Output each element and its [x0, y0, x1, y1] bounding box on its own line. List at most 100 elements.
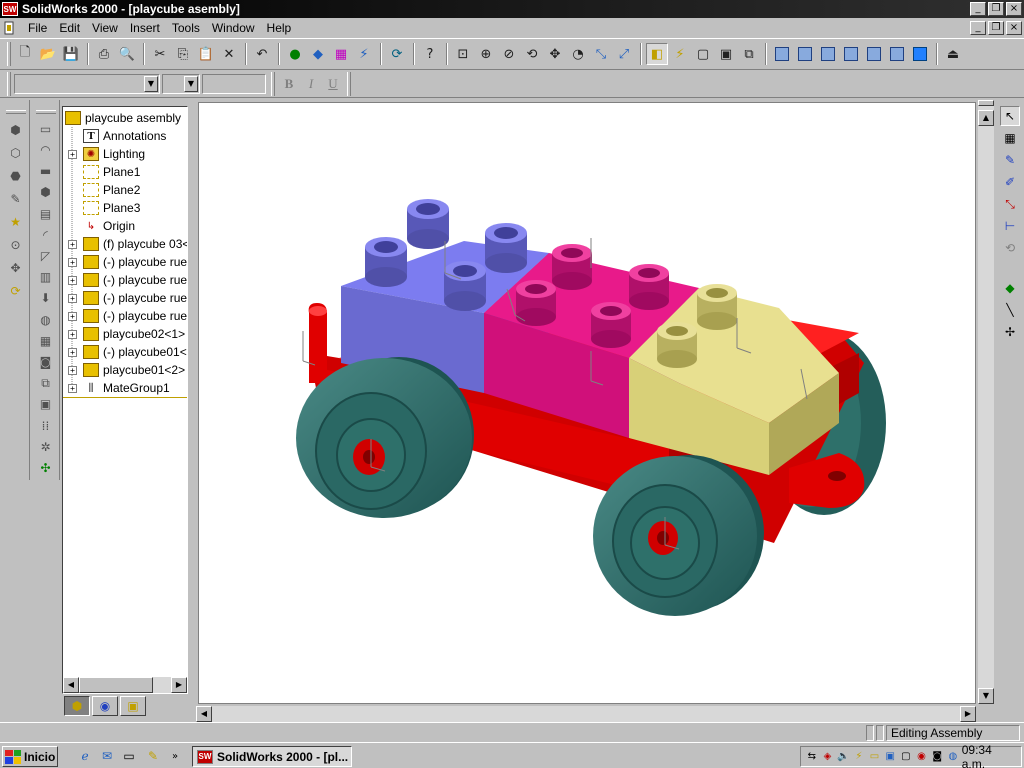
toolbar-grip[interactable] — [7, 42, 11, 66]
zoom-area-icon[interactable]: ⊕ — [475, 43, 497, 65]
restore-button[interactable]: ❐ — [988, 2, 1004, 16]
loft-icon[interactable]: ⬢ — [36, 183, 56, 201]
tree-item[interactable]: (-) playcube rueda — [83, 271, 187, 289]
close-button[interactable]: × — [1006, 2, 1022, 16]
italic-button[interactable]: I — [300, 74, 322, 94]
tree-item[interactable]: (-) playcube01<1> — [83, 343, 187, 361]
menu-window[interactable]: Window — [206, 21, 261, 35]
select-icon[interactable]: ◔ — [567, 43, 589, 65]
cut-extrude-icon[interactable]: ▤ — [36, 205, 56, 223]
revolve-icon[interactable]: ◠ — [36, 141, 56, 159]
tree-item[interactable]: playcube01<2> — [83, 361, 185, 379]
zoom-in-out-icon[interactable]: ⊘ — [498, 43, 520, 65]
scroll-right-icon[interactable]: ▶ — [171, 677, 187, 693]
toolbar-grip[interactable] — [7, 71, 11, 96]
tree-item[interactable]: Plane3 — [83, 199, 140, 217]
doc-restore-button[interactable]: ❐ — [988, 21, 1004, 35]
tray-network-icon[interactable]: ⇆ — [805, 750, 819, 764]
graphics-vertical-scrollbar[interactable]: ▲ ▼ — [978, 100, 994, 704]
tree-item[interactable]: ⫴ MateGroup1 — [83, 379, 169, 397]
tree-item[interactable]: ✺ Lighting — [83, 145, 145, 163]
hidden-lines-removed-icon[interactable]: ▢ — [692, 43, 714, 65]
print-preview-icon[interactable]: 🔍 — [116, 43, 138, 65]
section-view-icon[interactable]: ⤡ — [590, 43, 612, 65]
circular-pattern-icon[interactable]: ✲ — [36, 438, 56, 456]
minimize-button[interactable]: _ — [970, 2, 986, 16]
shaded-icon[interactable]: ◧ — [646, 43, 668, 65]
tree-item[interactable]: ↳ Origin — [83, 217, 135, 235]
taskbar-solidworks-button[interactable]: SW SolidWorks 2000 - [pl... — [192, 746, 352, 767]
zoom-to-fit-icon[interactable]: ⊡ — [452, 43, 474, 65]
insert-component-icon[interactable]: ⬢ — [6, 120, 26, 140]
dome-icon[interactable]: ◙ — [36, 353, 56, 371]
expand-toggle-icon[interactable]: + — [68, 150, 77, 159]
view-isometric-icon[interactable] — [909, 43, 931, 65]
rebuild-icon[interactable]: ● — [284, 43, 306, 65]
view-orientation-icon[interactable]: ⏏ — [942, 43, 964, 65]
expand-toggle-icon[interactable]: + — [68, 312, 77, 321]
copy-icon[interactable]: ⎘ — [172, 43, 194, 65]
scroll-up-icon[interactable]: ▲ — [978, 110, 994, 126]
clock[interactable]: 09:34 a.m. — [962, 743, 1017, 768]
add-relation-icon[interactable]: ⊢ — [1000, 216, 1020, 236]
tree-item[interactable]: Plane2 — [83, 181, 140, 199]
rotate-view-icon[interactable]: ⟲ — [521, 43, 543, 65]
quick-launch-more-icon[interactable]: » — [166, 748, 184, 764]
grid-icon[interactable]: ▦ — [1000, 128, 1020, 148]
tray-display-icon[interactable]: ▣ — [883, 750, 897, 764]
tree-item[interactable]: T Annotations — [83, 127, 166, 145]
menu-file[interactable]: File — [22, 21, 53, 35]
line-icon[interactable]: ╲ — [1000, 300, 1020, 320]
expand-toggle-icon[interactable]: + — [68, 294, 77, 303]
document-menu-icon[interactable] — [4, 21, 14, 35]
view-back-icon[interactable] — [794, 43, 816, 65]
new-file-icon[interactable]: 🗋 — [14, 43, 36, 65]
rotate-component-icon[interactable]: ⟳ — [6, 281, 26, 301]
view-right-icon[interactable] — [840, 43, 862, 65]
graphics-area[interactable] — [198, 102, 976, 704]
menu-edit[interactable]: Edit — [53, 21, 86, 35]
normal-to-icon[interactable]: ⤢ — [613, 43, 635, 65]
draft-icon[interactable]: ⬇ — [36, 289, 56, 307]
tree-item[interactable]: (f) playcube 03<1 — [83, 235, 187, 253]
tray-antivirus-icon[interactable]: ◉ — [915, 750, 929, 764]
rib-icon[interactable]: ▦ — [36, 332, 56, 350]
tree-item[interactable]: (-) playcube rueda — [83, 253, 187, 271]
cut-icon[interactable]: ✂ — [149, 43, 171, 65]
paste-icon[interactable]: 📋 — [195, 43, 217, 65]
sketch-icon[interactable]: ✎ — [1000, 150, 1020, 170]
color-palette-icon[interactable]: ▦ — [330, 43, 352, 65]
rebuild-shaded-icon[interactable]: ⚡ — [669, 43, 691, 65]
internet-explorer-icon[interactable]: ℯ — [76, 748, 94, 764]
options-icon[interactable]: ⚡ — [353, 43, 375, 65]
tree-item[interactable]: (-) playcube rueda — [83, 289, 187, 307]
wheel-rear-left[interactable] — [593, 455, 764, 616]
edit-color-icon[interactable]: ◆ — [307, 43, 329, 65]
feature-manager-tab[interactable]: ⬢ — [64, 696, 90, 716]
menu-tools[interactable]: Tools — [166, 21, 206, 35]
view-left-icon[interactable] — [817, 43, 839, 65]
chamfer-icon[interactable]: ◸ — [36, 247, 56, 265]
menu-view[interactable]: View — [86, 21, 124, 35]
reference-geometry-icon[interactable]: ✣ — [36, 459, 56, 477]
expand-toggle-icon[interactable]: + — [68, 384, 77, 393]
expand-toggle-icon[interactable]: + — [68, 240, 77, 249]
change-suppression-icon[interactable]: ⬣ — [6, 166, 26, 186]
graphics-horizontal-scrollbar[interactable]: ◀ ▶ — [196, 706, 976, 722]
save-icon[interactable]: 💾 — [60, 43, 82, 65]
sketch-entities-icon[interactable]: ◆ — [1000, 278, 1020, 298]
hole-icon[interactable]: ◍ — [36, 311, 56, 329]
point-icon[interactable]: ✢ — [1000, 322, 1020, 342]
menu-help[interactable]: Help — [261, 21, 298, 35]
expand-toggle-icon[interactable]: + — [68, 258, 77, 267]
smart-mates-icon[interactable]: ★ — [6, 212, 26, 232]
pan-icon[interactable]: ✥ — [544, 43, 566, 65]
tray-app-icon[interactable]: ◈ — [821, 750, 835, 764]
mate-icon[interactable]: ⊙ — [6, 235, 26, 255]
tray-camera-icon[interactable]: ◙ — [930, 750, 944, 764]
start-button[interactable]: Inicio — [2, 746, 58, 767]
split-handle[interactable] — [978, 100, 994, 106]
fillet-icon[interactable]: ◜ — [36, 226, 56, 244]
scroll-thumb[interactable] — [79, 677, 153, 693]
configuration-manager-tab[interactable]: ▣ — [120, 696, 146, 716]
